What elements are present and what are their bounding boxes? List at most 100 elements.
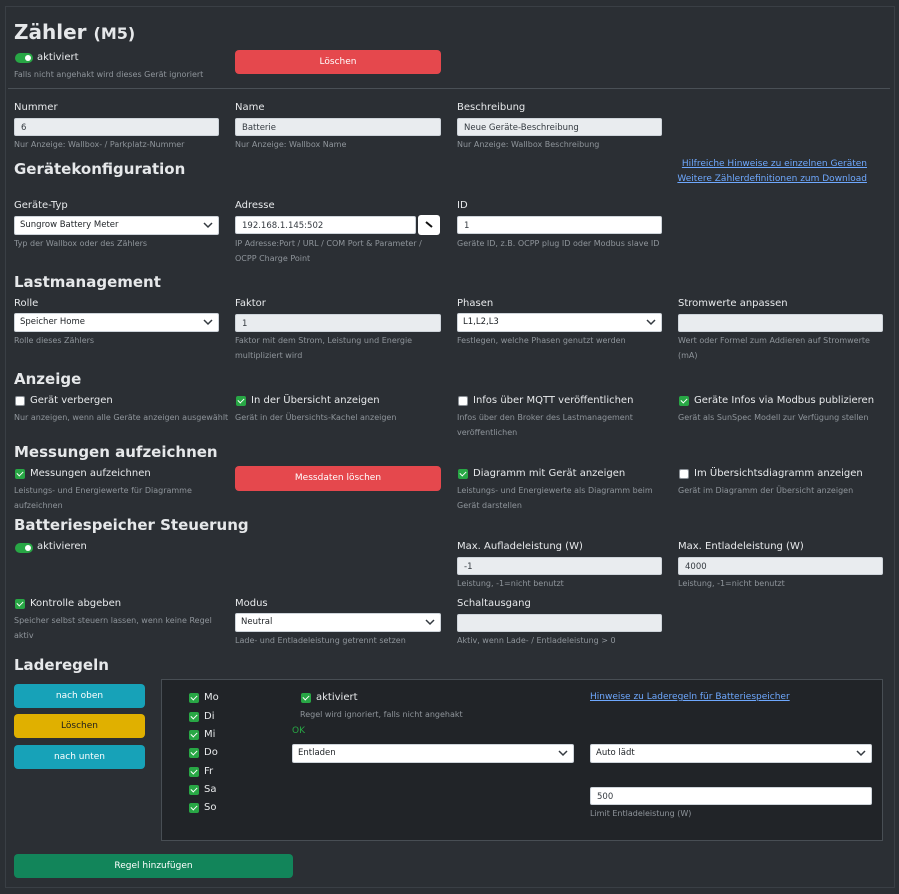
mqtt-checkbox[interactable] (458, 396, 468, 406)
section-geraetekonfiguration: Gerätekonfiguration (14, 160, 186, 178)
schalt-input[interactable] (457, 614, 662, 632)
chevron-down-icon (203, 319, 213, 326)
adresse-label: Adresse (235, 200, 275, 211)
auflade-label: Max. Aufladeleistung (W) (457, 541, 583, 552)
rule-active-checkbox[interactable] (301, 693, 311, 703)
address-tool-button[interactable] (418, 215, 440, 235)
section-messungen: Messungen aufzeichnen (14, 443, 218, 461)
section-batteriespeicher: Batteriespeicher Steuerung (14, 516, 249, 534)
record-measurements-checkbox[interactable] (15, 469, 25, 479)
section-laderegeln: Laderegeln (14, 656, 109, 674)
day-so-checkbox[interactable] (189, 803, 199, 813)
entlade-input[interactable]: 4000 (678, 557, 883, 575)
chevron-down-icon (425, 619, 435, 626)
record-measurements-label: Messungen aufzeichnen (30, 468, 151, 479)
id-hint: Geräte ID, z.B. OCPP plug ID oder Modbus… (457, 239, 660, 248)
limit-hint: Limit Entladeleistung (W) (590, 809, 692, 818)
beschreibung-input[interactable]: Neue Geräte-Beschreibung (457, 118, 662, 136)
day-sa-label: Sa (204, 784, 217, 795)
delete-measurements-button[interactable]: Messdaten löschen (235, 466, 441, 491)
faktor-hint-2: multipliziert wird (235, 351, 303, 360)
hide-device-checkbox[interactable] (15, 396, 25, 406)
rule-active-hint: Regel wird ignoriert, falls nicht angeha… (300, 710, 463, 719)
battery-control-label: aktivieren (37, 541, 87, 552)
rolle-select[interactable]: Speicher Home (14, 313, 219, 332)
day-mo-checkbox[interactable] (189, 693, 199, 703)
adresse-hint-2: OCPP Charge Point (235, 254, 311, 263)
move-down-button[interactable]: nach unten (14, 745, 145, 769)
mqtt-label: Infos über MQTT veröffentlichen (473, 395, 634, 406)
day-do-checkbox[interactable] (189, 748, 199, 758)
add-rule-button[interactable]: Regel hinzufügen (14, 854, 293, 878)
active-label: aktiviert (37, 52, 79, 63)
day-mi-label: Mi (204, 729, 216, 740)
modbus-checkbox[interactable] (679, 396, 689, 406)
delete-device-button[interactable]: Löschen (235, 50, 441, 74)
show-chart-checkbox[interactable] (458, 469, 468, 479)
section-lastmanagement: Lastmanagement (14, 273, 161, 291)
day-fr-label: Fr (204, 766, 214, 777)
day-di-label: Di (204, 711, 215, 722)
day-mi-checkbox[interactable] (189, 730, 199, 740)
name-hint: Nur Anzeige: Wallbox Name (235, 140, 347, 149)
delete-rule-button[interactable]: Löschen (14, 714, 145, 738)
chevron-down-icon (558, 750, 568, 757)
chevron-down-icon (856, 750, 866, 757)
day-di-checkbox[interactable] (189, 712, 199, 722)
id-input[interactable]: 1 (457, 216, 662, 234)
battery-control-toggle[interactable] (15, 543, 33, 553)
chevron-down-icon (203, 222, 213, 229)
geraetetyp-hint: Typ der Wallbox oder des Zählers (14, 239, 148, 248)
name-input[interactable]: Batterie (235, 118, 441, 136)
rule-active-label: aktiviert (316, 692, 358, 703)
device-hints-link[interactable]: Hilfreiche Hinweise zu einzelnen Geräten (682, 159, 867, 169)
strom-hint-1: Wert oder Formel zum Addieren auf Stromw… (678, 336, 870, 345)
day-do-label: Do (204, 747, 218, 758)
nummer-input[interactable]: 6 (14, 118, 219, 136)
kontrolle-label: Kontrolle abgeben (30, 598, 122, 609)
strom-hint-2: (mA) (678, 351, 698, 360)
rule-condition-select[interactable]: Auto lädt (590, 744, 872, 763)
mqtt-hint-1: Infos über den Broker des Lastmanagement (457, 413, 633, 422)
faktor-label: Faktor (235, 298, 266, 309)
mqtt-hint-2: veröffentlichen (457, 428, 518, 437)
record-measurements-hint-2: aufzeichnen (14, 501, 63, 510)
overview-chart-checkbox[interactable] (679, 469, 689, 479)
strom-input[interactable] (678, 314, 883, 332)
phasen-hint: Festlegen, welche Phasen genutzt werden (457, 336, 626, 345)
day-fr-checkbox[interactable] (189, 767, 199, 777)
meter-downloads-link[interactable]: Weitere Zählerdefinitionen zum Download (677, 174, 867, 184)
chevron-down-icon (646, 319, 656, 326)
divider (8, 88, 890, 89)
rolle-hint: Rolle dieses Zählers (14, 336, 95, 345)
geraetetyp-label: Geräte-Typ (14, 200, 68, 211)
faktor-hint-1: Faktor mit dem Strom, Leistung und Energ… (235, 336, 413, 345)
move-up-button[interactable]: nach oben (14, 684, 145, 708)
auflade-hint: Leistung, -1=nicht benutzt (457, 579, 564, 588)
modus-select[interactable]: Neutral (235, 613, 441, 632)
wand-icon (425, 221, 433, 228)
rule-action-select[interactable]: Entladen (292, 744, 574, 763)
auflade-input[interactable]: -1 (457, 557, 662, 575)
adresse-input[interactable]: 192.168.1.145:502 (235, 216, 416, 234)
nummer-hint: Nur Anzeige: Wallbox- / Parkplatz-Nummer (14, 140, 185, 149)
modbus-label: Geräte Infos via Modbus publizieren (694, 395, 875, 406)
show-chart-hint-1: Leistungs- und Energiewerte als Diagramm… (457, 486, 653, 495)
kontrolle-checkbox[interactable] (15, 599, 25, 609)
record-measurements-hint-1: Leistungs- und Energiewerte für Diagramm… (14, 486, 192, 495)
faktor-input[interactable]: 1 (235, 314, 441, 332)
hide-device-hint: Nur anzeigen, wenn alle Geräte anzeigen … (14, 413, 229, 422)
phasen-select[interactable]: L1,L2,L3 (457, 313, 662, 332)
show-overview-checkbox[interactable] (236, 396, 246, 406)
geraetetyp-select[interactable]: Sungrow Battery Meter (14, 216, 219, 235)
charge-rules-hints-link[interactable]: Hinweise zu Laderegeln für Batteriespeic… (590, 692, 790, 702)
limit-input[interactable]: 500 (590, 787, 872, 805)
day-sa-checkbox[interactable] (189, 785, 199, 795)
kontrolle-hint-2: aktiv (14, 631, 34, 640)
active-toggle[interactable] (15, 53, 33, 63)
beschreibung-hint: Nur Anzeige: Wallbox Beschreibung (457, 140, 600, 149)
day-so-label: So (204, 802, 217, 813)
modus-hint: Lade- und Entladeleistung getrennt setze… (235, 636, 406, 645)
rolle-label: Rolle (14, 298, 39, 309)
modbus-hint: Gerät als SunSpec Modell zur Verfügung s… (678, 413, 869, 422)
